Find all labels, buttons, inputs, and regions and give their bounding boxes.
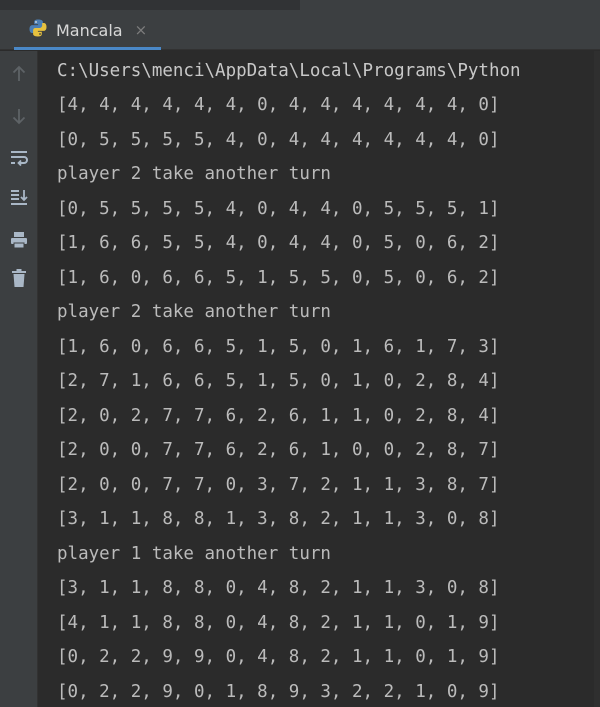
print-icon[interactable]: [0, 223, 38, 257]
console-line: [2, 0, 0, 7, 7, 0, 3, 7, 2, 1, 1, 3, 8, …: [57, 475, 500, 495]
console-line: [1, 6, 0, 6, 6, 5, 1, 5, 0, 1, 6, 1, 7, …: [57, 337, 500, 357]
down-arrow-icon[interactable]: [0, 99, 38, 133]
tab-active-indicator: [14, 47, 162, 50]
close-icon[interactable]: ×: [135, 22, 148, 38]
console-output[interactable]: C:\Users\menci\AppData\Local\Programs\Py…: [39, 51, 600, 707]
up-arrow-icon[interactable]: [0, 57, 38, 91]
soft-wrap-icon[interactable]: [0, 141, 38, 175]
console-line: [0, 5, 5, 5, 5, 4, 0, 4, 4, 4, 4, 4, 4, …: [57, 130, 500, 150]
console-line: [3, 1, 1, 8, 8, 1, 3, 8, 2, 1, 1, 3, 0, …: [57, 509, 500, 529]
python-icon: [28, 18, 48, 43]
console-line: [4, 4, 4, 4, 4, 4, 0, 4, 4, 4, 4, 4, 4, …: [57, 95, 500, 115]
scroll-to-end-icon[interactable]: [0, 181, 38, 215]
console-line: [2, 0, 2, 7, 7, 6, 2, 6, 1, 1, 0, 2, 8, …: [57, 406, 500, 426]
console-line: [4, 1, 1, 8, 8, 0, 4, 8, 2, 1, 1, 0, 1, …: [57, 613, 500, 633]
console-line: player 1 take another turn: [57, 544, 331, 564]
console-line: [2, 7, 1, 6, 6, 5, 1, 5, 0, 1, 0, 2, 8, …: [57, 371, 500, 391]
console-line: [0, 2, 2, 9, 0, 1, 8, 9, 3, 2, 2, 1, 0, …: [57, 682, 500, 702]
console-line: [0, 5, 5, 5, 5, 4, 0, 4, 4, 0, 5, 5, 5, …: [57, 199, 500, 219]
trash-icon[interactable]: [0, 261, 38, 295]
console-line: player 2 take another turn: [57, 164, 331, 184]
window-top-edge: [0, 0, 600, 10]
console-line: [2, 0, 0, 7, 7, 6, 2, 6, 1, 0, 0, 2, 8, …: [57, 440, 500, 460]
vertical-scrollbar[interactable]: [594, 51, 600, 707]
console-line: [0, 2, 2, 9, 9, 0, 4, 8, 2, 1, 1, 0, 1, …: [57, 647, 500, 667]
console-line: player 2 take another turn: [57, 302, 331, 322]
console-command-line: C:\Users\menci\AppData\Local\Programs\Py…: [57, 61, 521, 81]
console-line: [1, 6, 0, 6, 6, 5, 1, 5, 5, 0, 5, 0, 6, …: [57, 268, 500, 288]
tab-title: Mancala: [56, 20, 123, 40]
console-line: [1, 6, 6, 5, 5, 4, 0, 4, 4, 0, 5, 0, 6, …: [57, 233, 500, 253]
run-tab-bar: Mancala ×: [0, 10, 600, 50]
window-top-edge-shade: [0, 0, 300, 10]
tab-mancala[interactable]: Mancala ×: [14, 10, 162, 50]
run-toolbar: [0, 51, 38, 707]
console-line: [3, 1, 1, 8, 8, 0, 4, 8, 2, 1, 1, 3, 0, …: [57, 578, 500, 598]
